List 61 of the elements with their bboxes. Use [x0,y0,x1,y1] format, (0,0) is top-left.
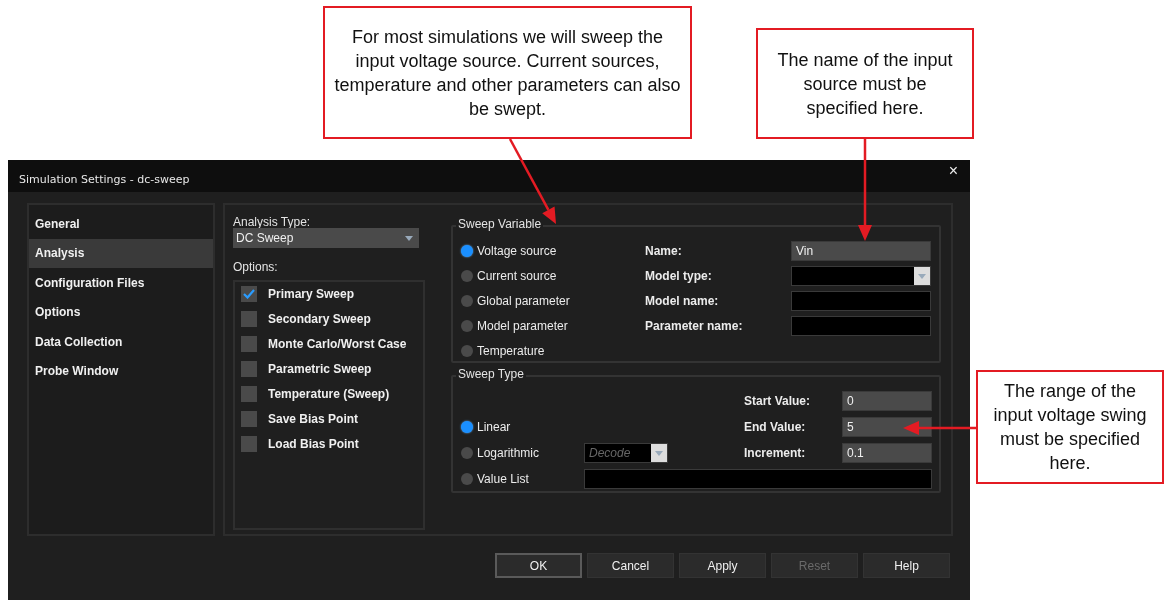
close-button[interactable]: × [948,163,958,179]
input-field[interactable]: 0 [842,391,932,411]
radio-button[interactable] [461,270,473,282]
callout-note: The range of the input voltage swing must be specified here. [976,370,1164,484]
dialog-button[interactable]: Help [863,553,950,578]
radio-label: Logarithmic [477,446,540,460]
radio-button[interactable] [461,245,473,257]
option-label: Parametric Sweep [268,361,372,377]
group-title: Sweep Variable [456,217,544,231]
radio-button[interactable] [461,473,473,485]
radio-button[interactable] [461,320,473,332]
field-label: Increment: [744,446,807,460]
callout-note: For most simulations we will sweep the input voltage source. Current sources, temperature and other parameters can also be swept. [323,6,692,139]
checkbox[interactable] [241,411,257,427]
input-field[interactable]: 5 [842,417,932,437]
caret-icon [918,273,926,279]
field-label: Model type: [645,269,713,283]
checkbox[interactable] [241,286,257,302]
field-label: Start Value: [744,394,812,408]
dialog-button[interactable]: Apply [679,553,766,578]
value-list-field[interactable] [584,469,932,489]
caret-icon [405,235,413,241]
option-label: Load Bias Point [268,436,359,452]
radio-button[interactable] [461,447,473,459]
checkbox[interactable] [241,336,257,352]
checkbox[interactable] [241,386,257,402]
checkbox[interactable] [241,361,257,377]
option-label: Temperature (Sweep) [268,386,390,402]
group-title: Sweep Type [456,367,526,381]
section-label: Options: [233,260,279,274]
option-label: Primary Sweep [268,286,355,302]
check-icon [243,289,255,299]
radio-button[interactable] [461,421,473,433]
field-label: Model name: [645,294,720,308]
option-label: Save Bias Point [268,411,359,427]
radio-label: Voltage source [477,244,557,258]
caret-icon [655,450,663,456]
window-title: Simulation Settings - dc-sweep [19,172,190,186]
input-field[interactable]: 0.1 [842,443,932,463]
callout-note: The name of the input source must be specified here. [756,28,974,139]
option-label: Monte Carlo/Worst Case [268,336,407,352]
field-label: End Value: [744,420,807,434]
radio-label: Value List [477,472,529,486]
dialog-button[interactable]: Cancel [587,553,674,578]
checkbox[interactable] [241,311,257,327]
radio-button[interactable] [461,295,473,307]
field-label: Name: [645,244,683,258]
dialog-button[interactable]: OK [495,553,582,578]
radio-label: Linear [477,420,511,434]
field-label: Analysis Type: [233,215,312,229]
input-field[interactable]: Vin [791,241,931,261]
option-label: Secondary Sweep [268,311,371,327]
sidebar-item[interactable]: Analysis [29,238,213,268]
radio-label: Global parameter [477,294,570,308]
radio-label: Model parameter [477,319,568,333]
analysis-type-dropdown[interactable]: DC Sweep [233,228,419,248]
radio-label: Temperature [477,344,545,358]
radio-label: Current source [477,269,557,283]
field-label: Parameter name: [645,319,744,333]
radio-button[interactable] [461,345,473,357]
checkbox[interactable] [241,436,257,452]
